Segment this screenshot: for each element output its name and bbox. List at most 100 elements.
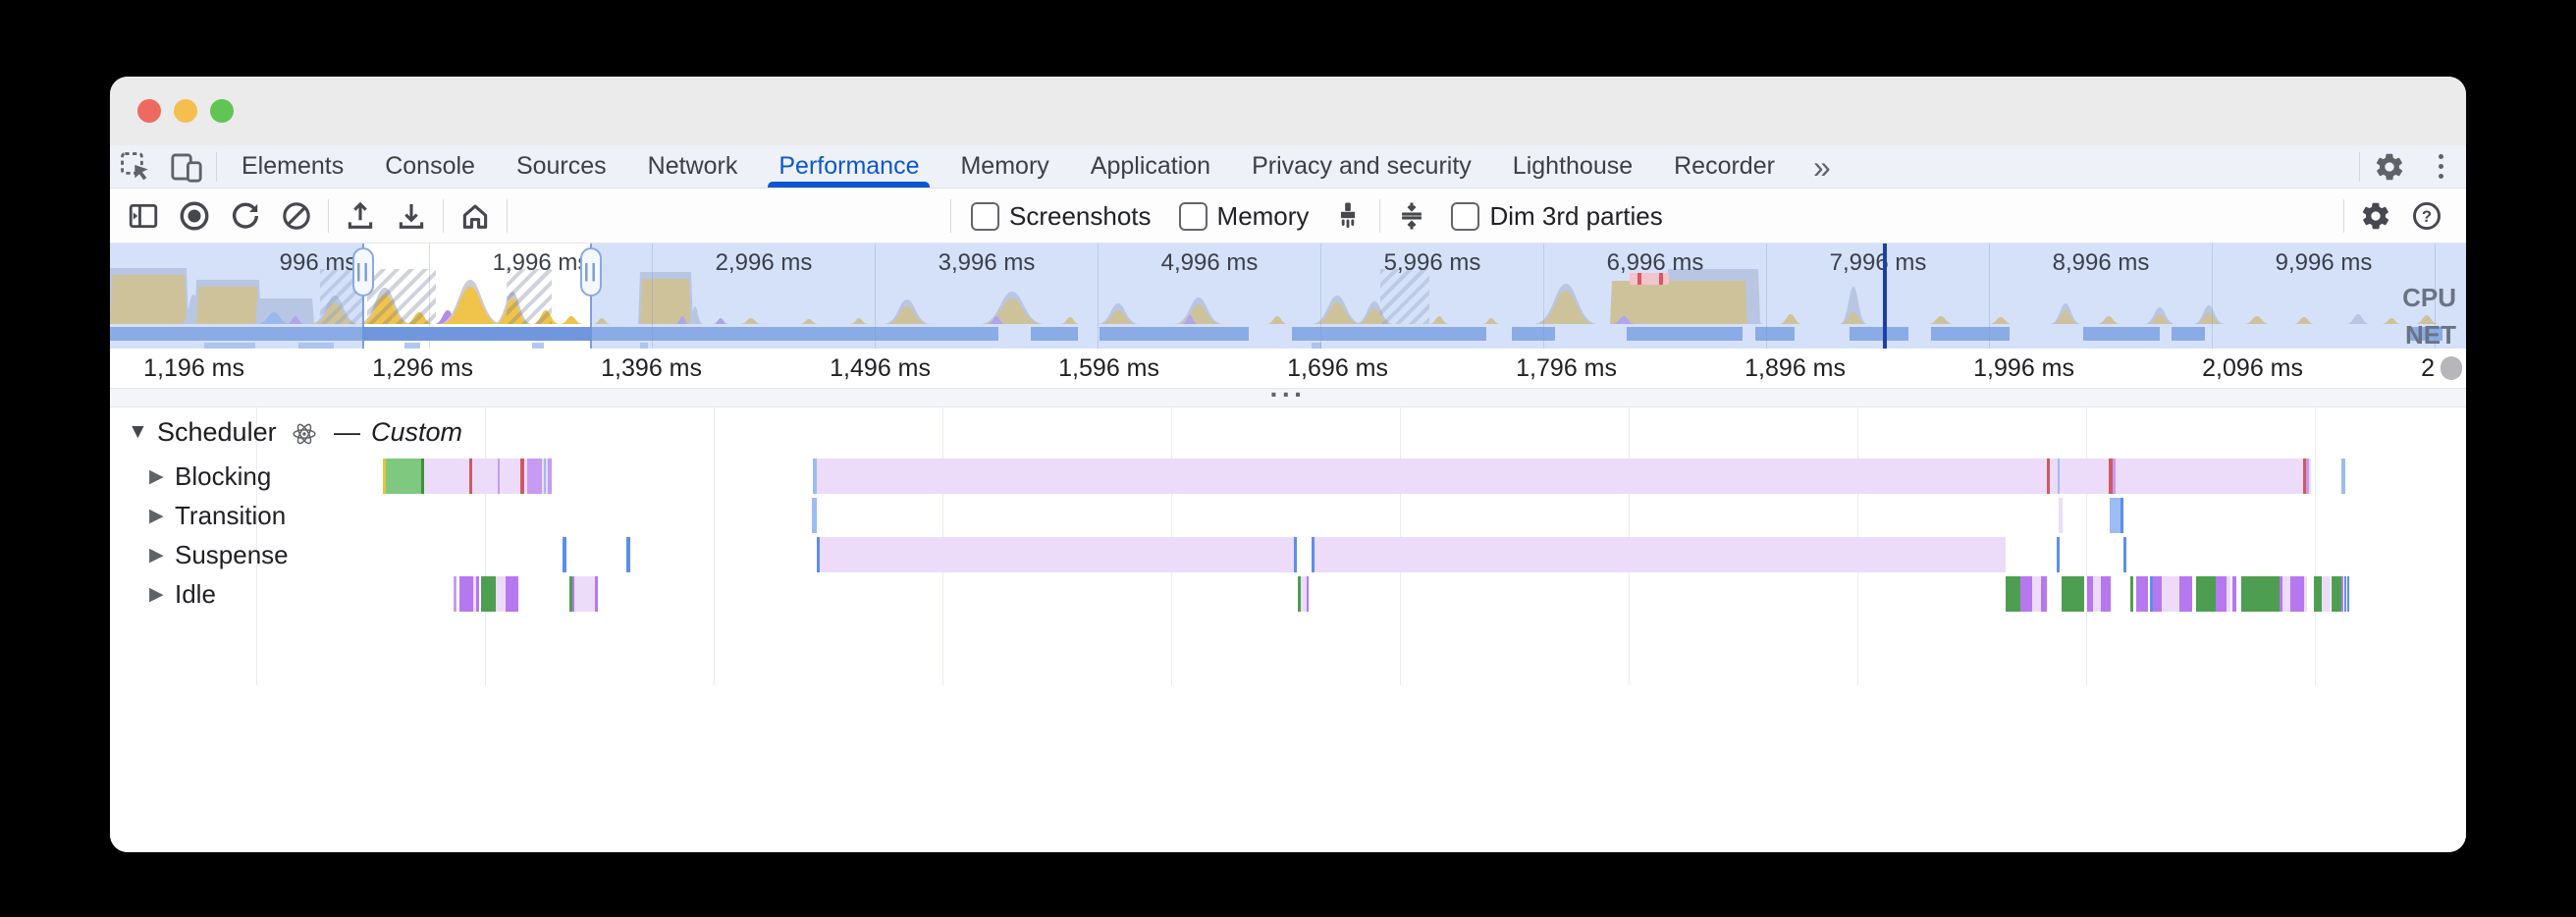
flame-bar-idle[interactable] xyxy=(2136,576,2148,612)
toggle-sidebar-icon[interactable] xyxy=(118,191,169,241)
flame-bar-blocking[interactable] xyxy=(2309,458,2311,494)
flame-bar-idle[interactable] xyxy=(2341,576,2343,612)
flame-chart-area[interactable]: ▼ Scheduler — Custom ▶ Blocking xyxy=(110,407,2466,685)
flame-bar-idle[interactable] xyxy=(2290,576,2304,612)
flame-bar-idle[interactable] xyxy=(2282,576,2290,612)
tab-console[interactable]: Console xyxy=(364,145,496,188)
tab-network[interactable]: Network xyxy=(627,145,759,188)
tab-recorder[interactable]: Recorder xyxy=(1653,145,1796,188)
timeline-overview[interactable]: 996 ms1,996 ms2,996 ms3,996 ms4,996 ms5,… xyxy=(110,243,2466,349)
record-icon[interactable] xyxy=(169,191,220,241)
clear-icon[interactable] xyxy=(271,191,322,241)
expand-arrow-icon[interactable]: ▶ xyxy=(149,505,164,527)
expand-arrow-icon[interactable]: ▶ xyxy=(149,465,164,488)
flame-bar-transition[interactable] xyxy=(2120,498,2123,533)
flame-bar-idle[interactable] xyxy=(2006,576,2020,612)
device-toolbar-icon[interactable] xyxy=(161,145,212,189)
collapse-tracks-icon[interactable] xyxy=(1386,191,1437,241)
flame-bar-idle[interactable] xyxy=(2196,576,2216,612)
zoom-button[interactable] xyxy=(210,99,234,123)
flame-bar-idle[interactable] xyxy=(1307,576,1309,612)
flame-bar-idle[interactable] xyxy=(476,576,479,612)
flame-bar-idle[interactable] xyxy=(2162,576,2179,612)
memory-checkbox-box[interactable] xyxy=(1179,202,1208,231)
flame-bar-idle[interactable] xyxy=(2332,576,2341,612)
checkbox-memory[interactable]: Memory xyxy=(1165,201,1323,232)
settings-icon[interactable] xyxy=(2350,191,2401,241)
flame-bar-idle[interactable] xyxy=(506,576,518,612)
flame-bar-idle[interactable] xyxy=(2347,576,2349,612)
screenshots-checkbox-box[interactable] xyxy=(971,202,999,231)
horizontal-scrollbar-thumb[interactable] xyxy=(2441,356,2462,380)
flame-bar-transition[interactable] xyxy=(2059,498,2063,533)
flame-bar-idle[interactable] xyxy=(2041,576,2047,612)
flame-bar-idle[interactable] xyxy=(2093,576,2101,612)
flame-bar-transition[interactable] xyxy=(812,498,817,533)
home-icon[interactable] xyxy=(450,191,501,241)
checkbox-dim-3rd-parties[interactable]: Dim 3rd parties xyxy=(1437,201,1676,232)
flame-bar-blocking[interactable] xyxy=(424,458,469,494)
upload-icon[interactable] xyxy=(335,191,386,241)
flame-bar-idle[interactable] xyxy=(2153,576,2162,612)
flame-bar-idle[interactable] xyxy=(2322,576,2331,612)
flame-bar-suspense[interactable] xyxy=(626,537,630,572)
flame-bar-idle[interactable] xyxy=(2314,576,2322,612)
flame-bar-transition[interactable] xyxy=(2110,498,2120,533)
help-icon[interactable]: ? xyxy=(2401,191,2452,241)
pane-resize-handle[interactable]: ··· xyxy=(110,388,2466,407)
flame-bar-idle[interactable] xyxy=(2179,576,2192,612)
settings-gear-icon[interactable] xyxy=(2364,145,2415,189)
flame-bar-idle[interactable] xyxy=(2130,576,2133,612)
expand-arrow-icon[interactable]: ▶ xyxy=(149,544,164,566)
inspect-icon[interactable] xyxy=(110,145,161,189)
flame-bar-idle[interactable] xyxy=(2344,576,2346,612)
tab-sources[interactable]: Sources xyxy=(496,145,627,188)
kebab-menu-icon[interactable] xyxy=(2415,145,2466,189)
flame-bar-idle[interactable] xyxy=(496,576,506,612)
flame-bar-idle[interactable] xyxy=(2032,576,2041,612)
gc-brush-icon[interactable] xyxy=(1322,191,1373,241)
track-row-bars-suspense[interactable] xyxy=(110,537,2466,572)
reload-icon[interactable] xyxy=(220,191,271,241)
tab-memory[interactable]: Memory xyxy=(939,145,1069,188)
track-row-bars-idle[interactable] xyxy=(110,576,2466,612)
flame-bar-blocking[interactable] xyxy=(817,458,2047,494)
flame-bar-idle[interactable] xyxy=(574,576,595,612)
flame-bar-blocking[interactable] xyxy=(500,458,520,494)
flame-bar-blocking[interactable] xyxy=(2060,458,2109,494)
checkbox-screenshots[interactable]: Screenshots xyxy=(957,201,1165,232)
flame-bar-blocking[interactable] xyxy=(527,458,542,494)
window-titlebar[interactable] xyxy=(110,77,2466,146)
flame-bar-idle[interactable] xyxy=(481,576,496,612)
more-tabs-button[interactable]: » xyxy=(1796,145,1849,189)
tab-performance[interactable]: Performance xyxy=(758,145,939,188)
flame-bar-idle[interactable] xyxy=(2227,576,2230,612)
minimize-button[interactable] xyxy=(174,99,197,123)
flame-bar-blocking[interactable] xyxy=(548,458,552,494)
expand-arrow-icon[interactable]: ▶ xyxy=(149,583,164,606)
flame-bar-suspense[interactable] xyxy=(563,537,566,572)
flame-bar-suspense[interactable] xyxy=(820,537,1294,572)
selection-left-handle[interactable]: || xyxy=(352,247,374,297)
flame-bar-idle[interactable] xyxy=(2216,576,2227,612)
flame-bar-blocking[interactable] xyxy=(2341,458,2345,494)
tab-privacy-and-security[interactable]: Privacy and security xyxy=(1231,145,1492,188)
flame-bar-blocking[interactable] xyxy=(472,458,498,494)
flame-bar-idle[interactable] xyxy=(2020,576,2032,612)
flame-bar-blocking[interactable] xyxy=(2050,458,2058,494)
flame-bar-idle[interactable] xyxy=(459,576,473,612)
flame-bar-idle[interactable] xyxy=(2062,576,2084,612)
track-group-header[interactable]: ▼ Scheduler — Custom xyxy=(110,413,699,451)
flame-bar-idle[interactable] xyxy=(2232,576,2236,612)
flame-bar-blocking[interactable] xyxy=(2116,458,2303,494)
tab-lighthouse[interactable]: Lighthouse xyxy=(1492,145,1653,188)
selection-right-handle[interactable]: || xyxy=(580,247,602,297)
tab-application[interactable]: Application xyxy=(1070,145,1231,188)
close-button[interactable] xyxy=(137,99,161,123)
flame-bar-idle[interactable] xyxy=(595,576,598,612)
track-row-bars-transition[interactable] xyxy=(110,498,2466,533)
flame-bar-suspense[interactable] xyxy=(1315,537,2006,572)
track-row-bars-blocking[interactable] xyxy=(110,458,2466,494)
tab-elements[interactable]: Elements xyxy=(221,145,364,188)
flame-bar-blocking[interactable] xyxy=(386,458,421,494)
